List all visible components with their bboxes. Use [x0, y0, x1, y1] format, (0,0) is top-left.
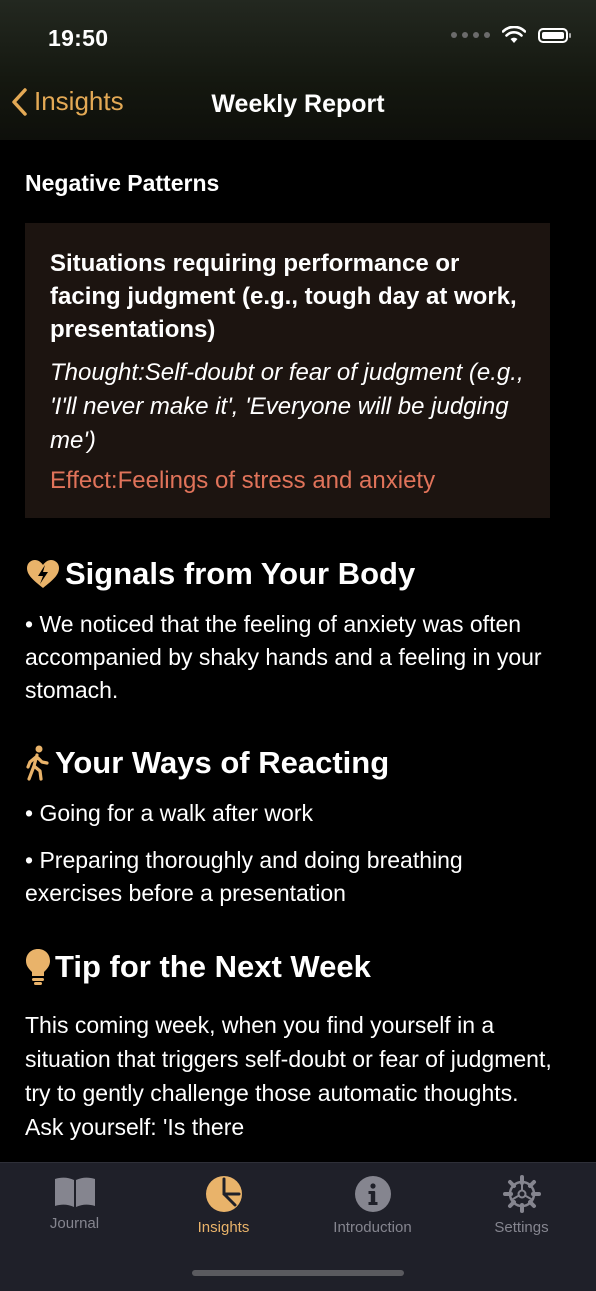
tip-heading: Tip for the Next Week [25, 948, 561, 986]
pattern-thought: Thought:Self-doubt or fear of judgment (… [50, 359, 524, 454]
body-signals-heading: Signals from Your Body [25, 556, 561, 592]
body-signals-item: • We noticed that the feeling of anxiety… [25, 611, 542, 703]
page-title: Weekly Report [211, 90, 385, 118]
tab-label: Journal [49, 1215, 100, 1232]
status-icons [451, 26, 571, 44]
tab-insights[interactable]: Insights [149, 1175, 298, 1236]
info-icon [354, 1176, 391, 1212]
tab-label: Settings [494, 1219, 549, 1236]
tip-text: This coming week, when you find yourself… [25, 1012, 552, 1140]
wifi-icon [502, 26, 526, 43]
reactions-title: Your Ways of Reacting [55, 745, 390, 780]
lightbulb-icon [25, 948, 55, 986]
walking-figure-icon [25, 745, 55, 781]
tip-title: Tip for the Next Week [55, 949, 371, 984]
home-indicator[interactable] [192, 1270, 404, 1276]
pattern-effect: Effect:Feelings of stress and anxiety [50, 467, 436, 494]
report-content[interactable]: Negative Patterns Situations requiring p… [25, 140, 561, 1162]
negative-patterns-label: Negative Patterns [25, 170, 220, 196]
tab-label: Insights [197, 1219, 250, 1236]
body-signals-title: Signals from Your Body [65, 556, 416, 591]
top-bar: 19:50 Insights Weekly Report [0, 0, 596, 140]
heart-bolt-icon [25, 558, 65, 590]
tab-settings[interactable]: Settings [447, 1175, 596, 1236]
gear-icon [502, 1175, 541, 1213]
reactions-heading: Your Ways of Reacting [25, 745, 561, 781]
signal-dots-icon [451, 32, 490, 38]
battery-icon [538, 27, 571, 43]
tab-introduction[interactable]: Introduction [298, 1175, 447, 1236]
tab-journal[interactable]: Journal [0, 1175, 149, 1232]
reaction-item: • Preparing thoroughly and doing breathi… [25, 847, 463, 906]
pattern-situation: Situations requiring performance or faci… [50, 250, 517, 343]
status-time: 19:50 [48, 25, 109, 51]
reaction-item: • Going for a walk after work [25, 800, 313, 826]
pattern-card: Situations requiring performance or faci… [25, 223, 550, 518]
pie-chart-icon [205, 1176, 242, 1212]
tab-label: Introduction [333, 1219, 412, 1236]
book-icon [54, 1177, 95, 1207]
